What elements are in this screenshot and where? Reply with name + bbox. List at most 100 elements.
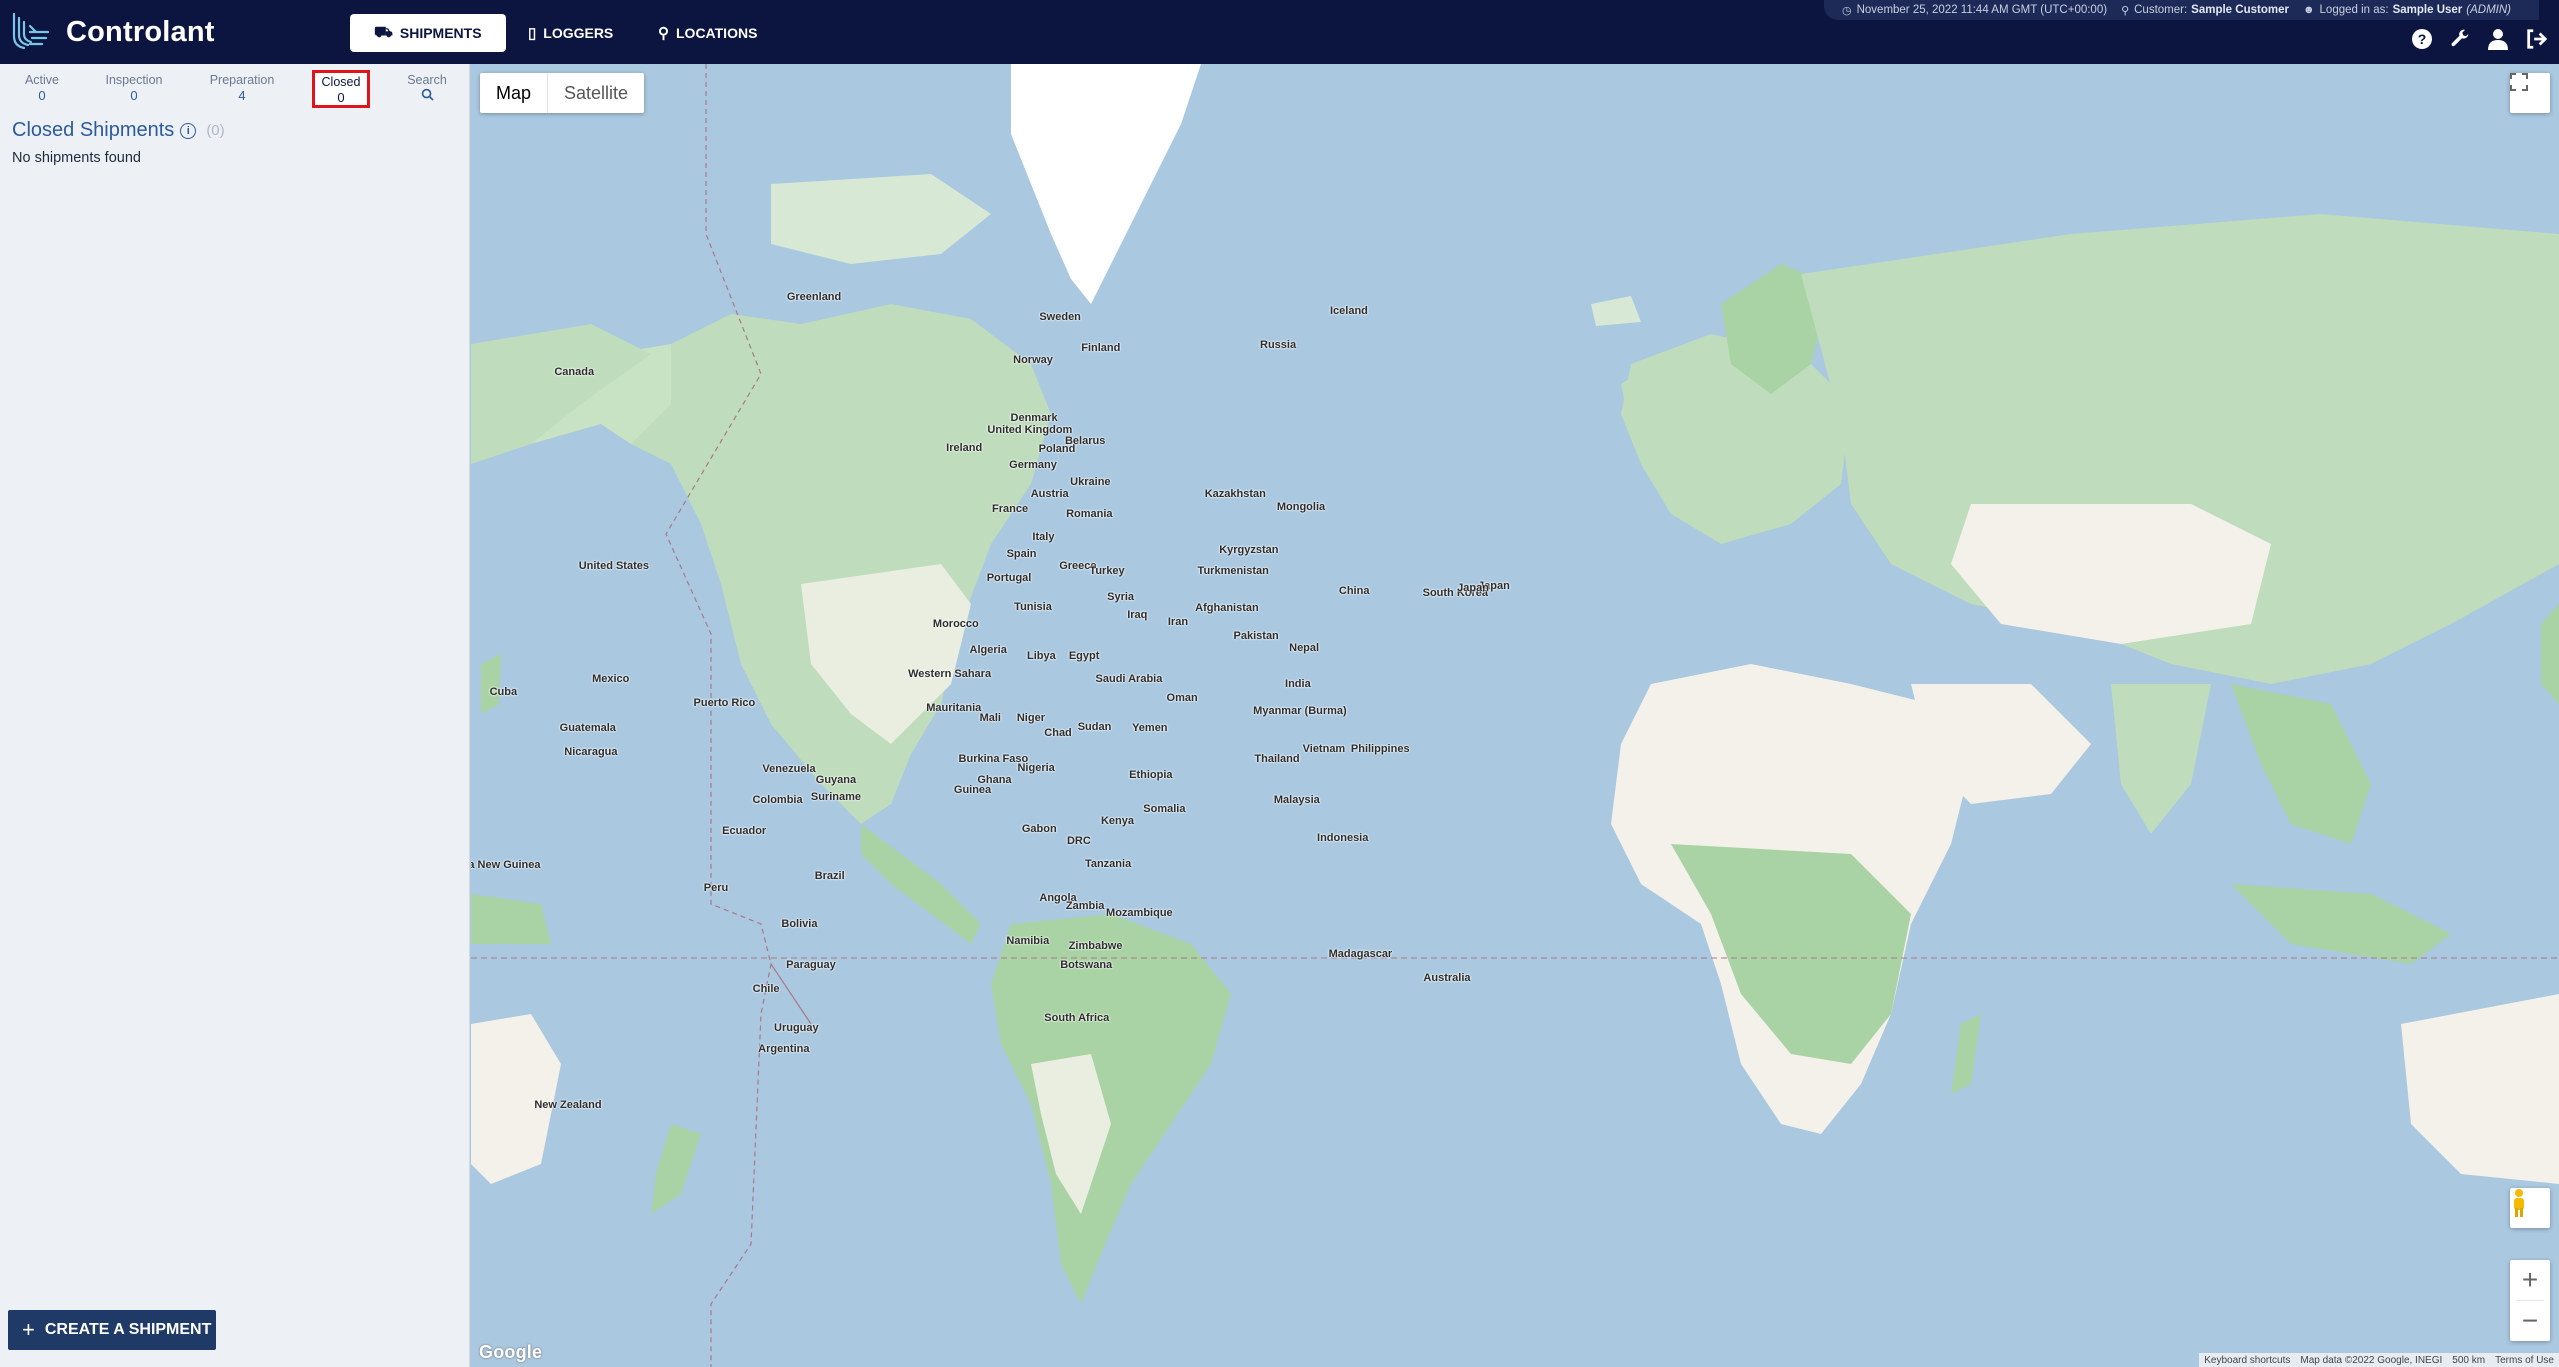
map-label: Paraguay [786, 958, 836, 971]
category-active[interactable]: Active 0 [2, 68, 82, 103]
map-label: Indonesia [1317, 831, 1369, 844]
create-shipment-button[interactable]: + CREATE A SHIPMENT [8, 1310, 216, 1350]
map-label: Canada [554, 366, 595, 379]
map-label: Zambia [1065, 900, 1105, 913]
map-label: Chile [752, 982, 780, 995]
logged-in-label: Logged in as: [2319, 4, 2389, 16]
shipments-icon: ⛟ [374, 23, 393, 41]
map-label: Spain [1006, 547, 1037, 560]
map-label: Peru [703, 881, 729, 894]
map-label: Madagascar [1328, 948, 1393, 961]
zoom-in-button[interactable]: + [2510, 1260, 2550, 1300]
map-label: Niger [1016, 712, 1045, 725]
user-name: Sample User [2392, 4, 2463, 16]
search-icon [387, 88, 467, 104]
fullscreen-button[interactable] [2510, 73, 2550, 113]
list-count: (0) [206, 122, 225, 139]
map-type-map-button[interactable]: Map [480, 73, 549, 113]
map-label: Philippines [1350, 742, 1410, 755]
map-label: Ireland [946, 441, 983, 454]
map-label: Venezuela [762, 763, 816, 776]
tab-loggers[interactable]: ▯ LOGGERS [504, 14, 637, 52]
map-label: Colombia [752, 794, 803, 807]
map-label: Sweden [1039, 311, 1081, 324]
shipment-category-tabs: Active 0 Inspection 0 Preparation 4 Clos… [0, 68, 470, 108]
category-count: 0 [337, 90, 345, 105]
map-label: Brazil [814, 869, 845, 882]
map-label: Italy [1032, 530, 1055, 543]
map-label: Morocco [932, 617, 979, 630]
map-label: Vietnam [1302, 742, 1346, 755]
logout-icon [2527, 29, 2547, 49]
map-label: Portugal [986, 571, 1032, 584]
profile-button[interactable] [2485, 26, 2511, 52]
map-label: Western Sahara [908, 667, 992, 680]
map-type-control: Map Satellite [480, 73, 645, 113]
map-label: Ghana [977, 773, 1012, 786]
map-label: South Africa [1044, 1011, 1110, 1024]
category-label: Search [407, 73, 447, 87]
map-label: Somalia [1143, 802, 1186, 815]
map-type-satellite-button[interactable]: Satellite [548, 73, 644, 113]
zoom-out-button[interactable]: − [2510, 1301, 2550, 1341]
map-label: Botswana [1060, 958, 1113, 971]
map-label: Mauritania [926, 701, 982, 714]
brand-logo[interactable]: Controlant [10, 10, 215, 54]
tab-loggers-label: LOGGERS [543, 25, 614, 41]
map-label: New Zealand [534, 1099, 602, 1112]
tab-locations[interactable]: ⚲ LOCATIONS [634, 14, 781, 52]
map-label: Turkey [1089, 564, 1125, 577]
map-label: Japan [1457, 581, 1489, 594]
category-label: Preparation [209, 73, 275, 87]
category-search[interactable]: Search [387, 68, 467, 104]
tab-shipments[interactable]: ⛟ SHIPMENTS [350, 14, 506, 52]
map-label: Saudi Arabia [1095, 672, 1163, 685]
map-label: Tunisia [1014, 600, 1052, 613]
category-closed[interactable]: Closed 0 [312, 70, 370, 108]
logout-button[interactable] [2523, 26, 2549, 52]
user-display: ☻ Logged in as: Sample User (ADMIN) [2303, 4, 2511, 16]
map-label: Denmark [1010, 412, 1058, 425]
map-label: Norway [1013, 354, 1053, 367]
wrench-icon [2451, 29, 2469, 47]
clock-icon: ◷ [1841, 4, 1852, 17]
map-label: Bolivia [781, 917, 818, 930]
street-view-pegman[interactable] [2510, 1188, 2550, 1228]
map-label: Guatemala [559, 722, 616, 735]
help-icon: ? [2412, 29, 2432, 49]
category-label: Closed [321, 75, 361, 89]
info-icon[interactable]: i [180, 122, 197, 139]
map-label: Papua New Guinea [471, 859, 541, 872]
world-map[interactable]: Greenland Iceland Canada United States Mexic… [471, 64, 2559, 1367]
map-label: DRC [1066, 835, 1091, 848]
help-button[interactable]: ? [2409, 26, 2435, 52]
map-label: Sudan [1077, 720, 1112, 733]
map-label: China [1338, 585, 1370, 598]
map-label: Kenya [1100, 814, 1134, 827]
customer-label: Customer: [2134, 4, 2188, 16]
map-label: Nicaragua [564, 746, 618, 759]
map-label: Iran [1167, 616, 1189, 629]
map-label: Yemen [1132, 722, 1168, 735]
terms-of-use-link[interactable]: Terms of Use [2490, 1355, 2559, 1366]
map-label: Greenland [786, 290, 842, 303]
category-inspection[interactable]: Inspection 0 [94, 68, 174, 103]
tab-shipments-label: SHIPMENTS [399, 25, 482, 41]
map-label: Germany [1009, 458, 1057, 471]
map-label: United Kingdom [987, 424, 1073, 437]
top-navigation-bar: Controlant ⛟ SHIPMENTS ▯ LOGGERS ⚲ LOCAT… [0, 0, 2559, 64]
map-label: Afghanistan [1195, 602, 1259, 615]
map-label: Ethiopia [1129, 768, 1173, 781]
header-actions: ? [2409, 26, 2549, 52]
map-label: Mongolia [1276, 501, 1326, 514]
user-icon [2488, 29, 2508, 50]
keyboard-shortcuts-link[interactable]: Keyboard shortcuts [2199, 1355, 2295, 1366]
map-label: Gabon [1021, 823, 1057, 836]
settings-button[interactable] [2447, 26, 2473, 52]
map-label: Ukraine [1070, 475, 1111, 488]
map-label: France [992, 503, 1029, 516]
category-preparation[interactable]: Preparation 4 [202, 68, 282, 103]
map-scale[interactable]: 500 km [2447, 1355, 2490, 1366]
customer-display[interactable]: ⚲ Customer: Sample Customer [2121, 4, 2289, 17]
tab-locations-label: LOCATIONS [676, 25, 758, 41]
